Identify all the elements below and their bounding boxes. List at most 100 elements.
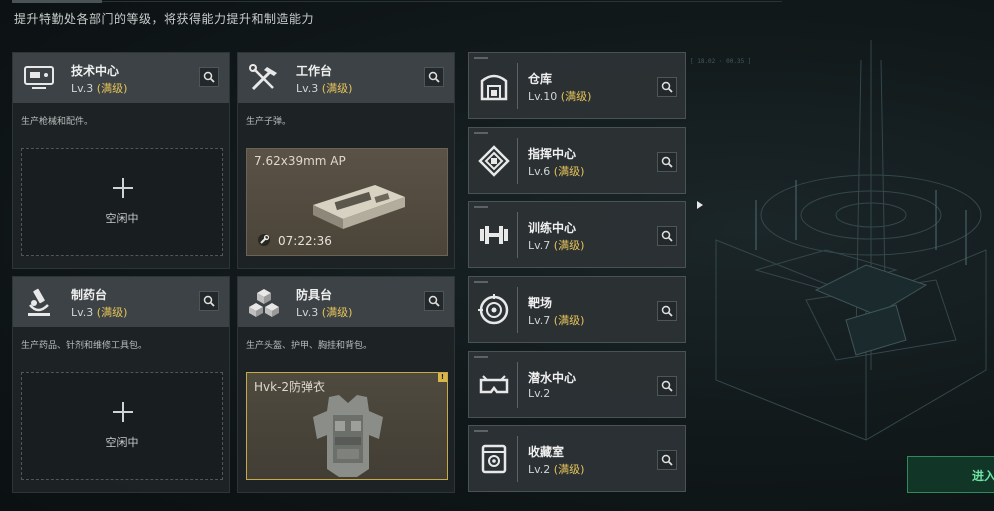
plus-icon	[113, 178, 133, 198]
crafting-timer: 07:22:36	[278, 234, 332, 248]
facility-level: Lv.7 (满级)	[528, 239, 585, 252]
dive-mask-icon	[479, 375, 509, 394]
facility-shooting-range[interactable]: 靶场 Lv.7 (满级)	[468, 276, 686, 343]
search-button[interactable]	[424, 67, 444, 87]
search-icon	[428, 295, 440, 307]
divider	[517, 63, 518, 109]
facility-collection-room[interactable]: 收藏室 Lv.2 (满级)	[468, 425, 686, 492]
enter-button[interactable]: 进入	[907, 456, 994, 493]
workshop-level: Lv.3 (满级)	[71, 306, 128, 319]
workshop-name: 工作台	[296, 64, 333, 78]
alert-badge: !	[438, 373, 447, 382]
facility-name: 仓库	[528, 72, 553, 86]
card-tag	[474, 132, 488, 134]
search-button[interactable]	[657, 226, 677, 246]
card-tag	[474, 206, 488, 208]
body-armor-image	[313, 395, 383, 477]
search-icon	[661, 380, 673, 392]
ammo-box-image	[313, 185, 405, 229]
idle-label: 空闲中	[105, 212, 139, 225]
search-icon	[661, 81, 673, 93]
search-button[interactable]	[657, 152, 677, 172]
workshop-name: 技术中心	[71, 64, 120, 78]
command-icon	[478, 145, 510, 177]
facility-training-center[interactable]: 训练中心 Lv.7 (满级)	[468, 201, 686, 268]
card-tag	[474, 356, 488, 358]
workshop-card-workbench[interactable]: 工作台 Lv.3 (满级) 生产子弹。 7.62x39mm AP 07:22:3…	[237, 52, 455, 269]
workshop-card-header: 技术中心 Lv.3 (满级)	[13, 53, 229, 103]
workshop-level: Lv.3 (满级)	[71, 82, 128, 95]
workshop-level: Lv.3 (满级)	[296, 82, 353, 95]
workshop-card-tech-center[interactable]: 技术中心 Lv.3 (满级) 生产枪械和配件。 空闲中	[12, 52, 230, 269]
crafting-slot[interactable]: 7.62x39mm AP 07:22:36	[246, 148, 448, 256]
search-button[interactable]	[424, 291, 444, 311]
search-icon	[203, 71, 215, 83]
workshop-description: 生产头盔、护甲、胸挂和背包。	[246, 341, 373, 351]
warehouse-icon	[480, 74, 508, 101]
armor-blocks-icon	[249, 289, 279, 317]
workshop-card-header: 工作台 Lv.3 (满级)	[238, 53, 454, 103]
card-tag	[474, 430, 488, 432]
top-divider	[102, 1, 782, 2]
facility-name: 收藏室	[528, 445, 565, 459]
crafting-slot[interactable]: ! Hvk-2防弹衣	[246, 372, 448, 480]
facility-name: 靶场	[528, 296, 553, 310]
search-button[interactable]	[199, 67, 219, 87]
divider	[517, 362, 518, 408]
workshop-card-header: 防具台 Lv.3 (满级)	[238, 277, 454, 327]
workshop-card-pharmacy[interactable]: 制药台 Lv.3 (满级) 生产药品、针剂和维修工具包。 空闲中	[12, 276, 230, 493]
search-icon	[661, 230, 673, 242]
search-button[interactable]	[657, 77, 677, 97]
search-button[interactable]	[199, 291, 219, 311]
search-button[interactable]	[657, 301, 677, 321]
dumbbell-icon	[480, 226, 508, 244]
plus-icon	[113, 402, 133, 422]
facility-dive-center[interactable]: 潜水中心 Lv.2	[468, 351, 686, 418]
tools-icon	[249, 64, 277, 91]
enter-label: 进入	[972, 469, 994, 483]
divider	[517, 287, 518, 333]
divider	[517, 436, 518, 482]
idle-production-slot[interactable]: 空闲中	[21, 372, 223, 480]
search-icon	[661, 156, 673, 168]
facility-name: 训练中心	[528, 221, 577, 235]
workshop-card-armor-bench[interactable]: 防具台 Lv.3 (满级) 生产头盔、护甲、胸挂和背包。 ! Hvk-2防弹衣	[237, 276, 455, 493]
facility-name: 指挥中心	[528, 147, 577, 161]
workshop-description: 生产药品、针剂和维修工具包。	[21, 341, 148, 351]
idle-production-slot[interactable]: 空闲中	[21, 148, 223, 256]
facility-level: Lv.10 (满级)	[528, 90, 592, 103]
crafting-item-name: 7.62x39mm AP	[254, 154, 346, 168]
facility-level: Lv.2	[528, 387, 551, 400]
page-subtitle: 提升特勤处各部门的等级，将获得能力提升和制造能力	[14, 12, 315, 26]
divider	[517, 138, 518, 184]
facility-level: Lv.6 (满级)	[528, 165, 585, 178]
divider	[517, 212, 518, 258]
workshop-level: Lv.3 (满级)	[296, 306, 353, 319]
top-accent-bar	[12, 0, 102, 3]
card-tag	[474, 57, 488, 59]
target-icon	[478, 294, 509, 325]
base-structure-illustration	[715, 40, 987, 441]
workshop-description: 生产子弹。	[246, 117, 292, 127]
search-icon	[428, 71, 440, 83]
facility-level: Lv.2 (满级)	[528, 463, 585, 476]
search-icon	[661, 454, 673, 466]
workshop-card-header: 制药台 Lv.3 (满级)	[13, 277, 229, 327]
facility-level: Lv.7 (满级)	[528, 314, 585, 327]
search-icon	[203, 295, 215, 307]
workshop-description: 生产枪械和配件。	[21, 117, 94, 127]
microscope-icon	[28, 288, 50, 316]
card-tag	[474, 281, 488, 283]
idle-label: 空闲中	[105, 436, 139, 449]
wrench-timer-icon	[258, 234, 270, 246]
workshop-name: 制药台	[71, 288, 108, 302]
facility-warehouse[interactable]: 仓库 Lv.10 (满级)	[468, 52, 686, 119]
search-button[interactable]	[657, 450, 677, 470]
search-button[interactable]	[657, 376, 677, 396]
mouse-cursor	[697, 201, 703, 209]
collection-icon	[481, 444, 507, 474]
search-icon	[661, 305, 673, 317]
facility-command-center[interactable]: 指挥中心 Lv.6 (满级)	[468, 127, 686, 194]
workshop-name: 防具台	[296, 288, 333, 302]
computer-icon	[24, 66, 54, 89]
